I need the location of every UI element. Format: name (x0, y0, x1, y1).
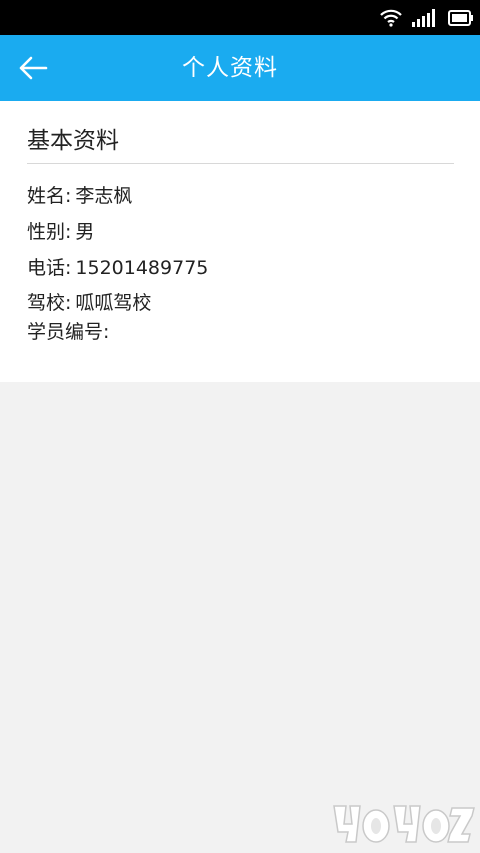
profile-card: 基本资料 姓名: 李志枫 性别: 男 电话: 15201489775 驾校: 呱呱驾校 … (0, 101, 480, 382)
field-label: 姓名: (27, 185, 72, 207)
field-label: 驾校: (27, 292, 72, 314)
info-row-school: 驾校: 呱呱驾校 (27, 288, 151, 315)
field-value: 男 (75, 221, 95, 243)
page-title: 个人资料 (182, 55, 278, 81)
info-row-student-id: 学员编号: (27, 317, 113, 344)
field-label: 学员编号: (27, 321, 110, 343)
info-row-gender: 性别: 男 (27, 217, 94, 244)
app-bar: 个人资料 (0, 35, 480, 101)
arrow-left-icon (19, 56, 48, 80)
field-value: 呱呱驾校 (75, 292, 152, 314)
info-row-name: 姓名: 李志枫 (27, 181, 132, 208)
status-icons (380, 7, 474, 29)
section-title: 基本资料 (27, 128, 119, 154)
status-bar (0, 0, 480, 35)
battery-icon (448, 10, 473, 26)
field-value: 李志枫 (75, 185, 133, 207)
wifi-icon (380, 9, 402, 27)
signal-icon (412, 9, 435, 27)
divider (27, 163, 454, 164)
info-row-phone: 电话: 15201489775 (27, 253, 208, 280)
watermark-logo (333, 805, 475, 843)
field-label: 电话: (27, 257, 72, 279)
back-button[interactable] (10, 45, 56, 91)
field-value: 15201489775 (75, 257, 209, 279)
field-label: 性别: (27, 221, 72, 243)
